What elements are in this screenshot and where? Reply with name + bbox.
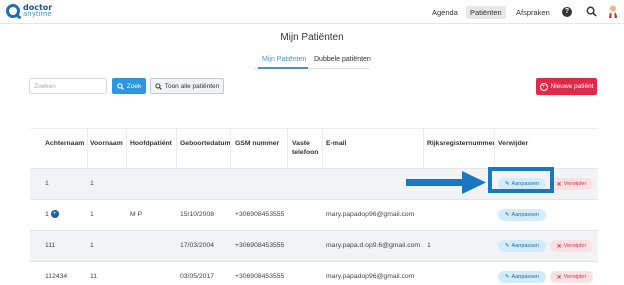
header-email: E-mail — [326, 140, 347, 147]
close-icon: ✕ — [556, 243, 562, 250]
tab-mijn-patienten[interactable]: Mijn Patiënten — [262, 56, 306, 63]
column-divider — [87, 129, 88, 169]
cell-achternaam: 1 — [45, 180, 49, 187]
plus-circle-icon: + — [539, 82, 548, 91]
header-vaste-line1: Vaste — [292, 140, 310, 147]
new-patient-button[interactable]: + Nieuwe patiënt — [536, 78, 597, 95]
table-row[interactable]: 112434 11 03/05/2017 +306908453555 mary.… — [30, 261, 598, 285]
cell-rijksregisternummer: 1 — [427, 242, 431, 249]
pencil-icon: ✎ — [504, 243, 510, 249]
table-header: Achternaam Voornaam Hoofdpatiënt Geboort… — [30, 128, 598, 169]
header-gsm: GSM nummer — [235, 140, 280, 147]
tab-dubbele-patienten[interactable]: Dubbele patiënten — [314, 56, 371, 63]
search-input[interactable] — [29, 78, 107, 94]
delete-button[interactable]: ✕ Verwijder — [550, 240, 593, 252]
tab-bar: Mijn Patiënten Dubbele patiënten — [0, 54, 624, 69]
cell-hoofdpatient: M P — [130, 211, 143, 218]
cell-gsm: +306908453555 — [235, 211, 285, 218]
column-divider — [126, 129, 127, 169]
header-voornaam: Voornaam — [90, 140, 123, 147]
delete-label: Verwijder — [563, 274, 587, 280]
new-patient-label: Nieuwe patiënt — [550, 83, 594, 90]
cell-achternaam-text: 1 — [45, 210, 49, 218]
header-vaste-line2: telefoon — [292, 149, 319, 156]
column-divider — [176, 129, 177, 169]
delete-label: Verwijder — [563, 243, 587, 249]
search-icon — [117, 82, 124, 90]
patients-table: Achternaam Voornaam Hoofdpatiënt Geboort… — [30, 128, 598, 285]
delete-label: Verwijder — [563, 181, 587, 187]
column-divider — [423, 129, 424, 169]
edit-button[interactable]: ✎ Aanpassen — [498, 240, 546, 252]
header-rijksregisternummer: Rijksregisternummer — [427, 140, 495, 147]
pencil-icon: ✎ — [504, 274, 510, 280]
cell-geboortedatum: 15/10/2008 — [180, 211, 215, 218]
cell-achternaam: 111 — [45, 242, 56, 249]
cell-geboortedatum: 03/05/2017 — [180, 273, 215, 280]
delete-button[interactable]: ✕ Verwijder — [550, 271, 593, 283]
header-geboortedatum: Geboortedatum — [180, 140, 231, 147]
page-title: Mijn Patiënten — [280, 32, 344, 43]
cell-geboortedatum: 17/03/2004 — [180, 242, 215, 249]
close-icon: ✕ — [556, 181, 562, 188]
cell-achternaam: 1 + — [45, 210, 59, 218]
annotation-arrow-icon — [406, 171, 486, 194]
cell-voornaam: 1 — [90, 211, 94, 218]
nav-patienten[interactable]: Patiënten — [466, 6, 506, 19]
search-icon[interactable] — [586, 6, 597, 17]
cell-achternaam: 112434 — [45, 273, 68, 280]
cell-gsm: +306908453555 — [235, 242, 285, 249]
header-hoofdpatient: Hoofdpatiënt — [130, 140, 172, 147]
column-divider — [494, 129, 495, 169]
header-vaste-telefoon: Vaste telefoon — [292, 139, 318, 157]
show-all-label: Toon alle patiënten — [164, 82, 220, 90]
cell-email: mary.papadop96@gmail.com — [326, 273, 415, 280]
column-divider — [322, 129, 323, 169]
close-icon: ✕ — [556, 274, 562, 281]
table-row[interactable]: 111 1 17/03/2004 +306908453555 mary.papa… — [30, 230, 598, 261]
edit-label: Aanpassen — [511, 212, 540, 218]
cell-voornaam: 1 — [90, 242, 94, 249]
search-button-label: Zoek — [126, 82, 142, 90]
pencil-icon: ✎ — [504, 212, 510, 218]
nav-afspraken[interactable]: Afspraken — [512, 6, 554, 19]
search-button[interactable]: Zoek — [112, 78, 146, 94]
tab-active-indicator — [258, 67, 308, 69]
column-divider — [287, 129, 288, 169]
column-divider — [230, 129, 231, 169]
show-all-patients-button[interactable]: Toon alle patiënten — [150, 78, 224, 94]
cell-gsm: +306908453555 — [235, 273, 285, 280]
annotation-highlight-box — [488, 167, 554, 193]
nav-agenda[interactable]: Agenda — [428, 6, 462, 19]
delete-button[interactable]: ✕ Verwijder — [550, 178, 593, 190]
search-icon — [155, 82, 162, 90]
edit-label: Aanpassen — [511, 243, 540, 249]
cell-email: mary.papa.d.op9.6@gmail.com — [326, 242, 421, 249]
help-icon[interactable]: ? — [562, 7, 572, 17]
edit-button[interactable]: ✎ Aanpassen — [498, 271, 546, 283]
logo-text-line2: anytime — [23, 10, 52, 18]
header-achternaam: Achternaam — [45, 140, 85, 147]
avatar[interactable] — [608, 5, 618, 18]
edit-button[interactable]: ✎ Aanpassen — [498, 209, 546, 221]
add-circle-icon[interactable]: + — [50, 210, 59, 218]
header-verwijder: Verwijder — [498, 140, 529, 147]
edit-label: Aanpassen — [511, 274, 540, 280]
cell-email: mary.papadop96@gmail.com — [326, 211, 415, 218]
logo-icon — [6, 4, 20, 18]
table-row[interactable]: 1 + 1 M P 15/10/2008 +306908453555 mary.p… — [30, 199, 598, 230]
cell-voornaam: 11 — [90, 273, 98, 280]
logo[interactable]: doctor anytime — [6, 4, 52, 18]
cell-voornaam: 1 — [90, 180, 94, 187]
top-navbar: doctor anytime Agenda Patiënten Afsprake… — [0, 0, 624, 24]
